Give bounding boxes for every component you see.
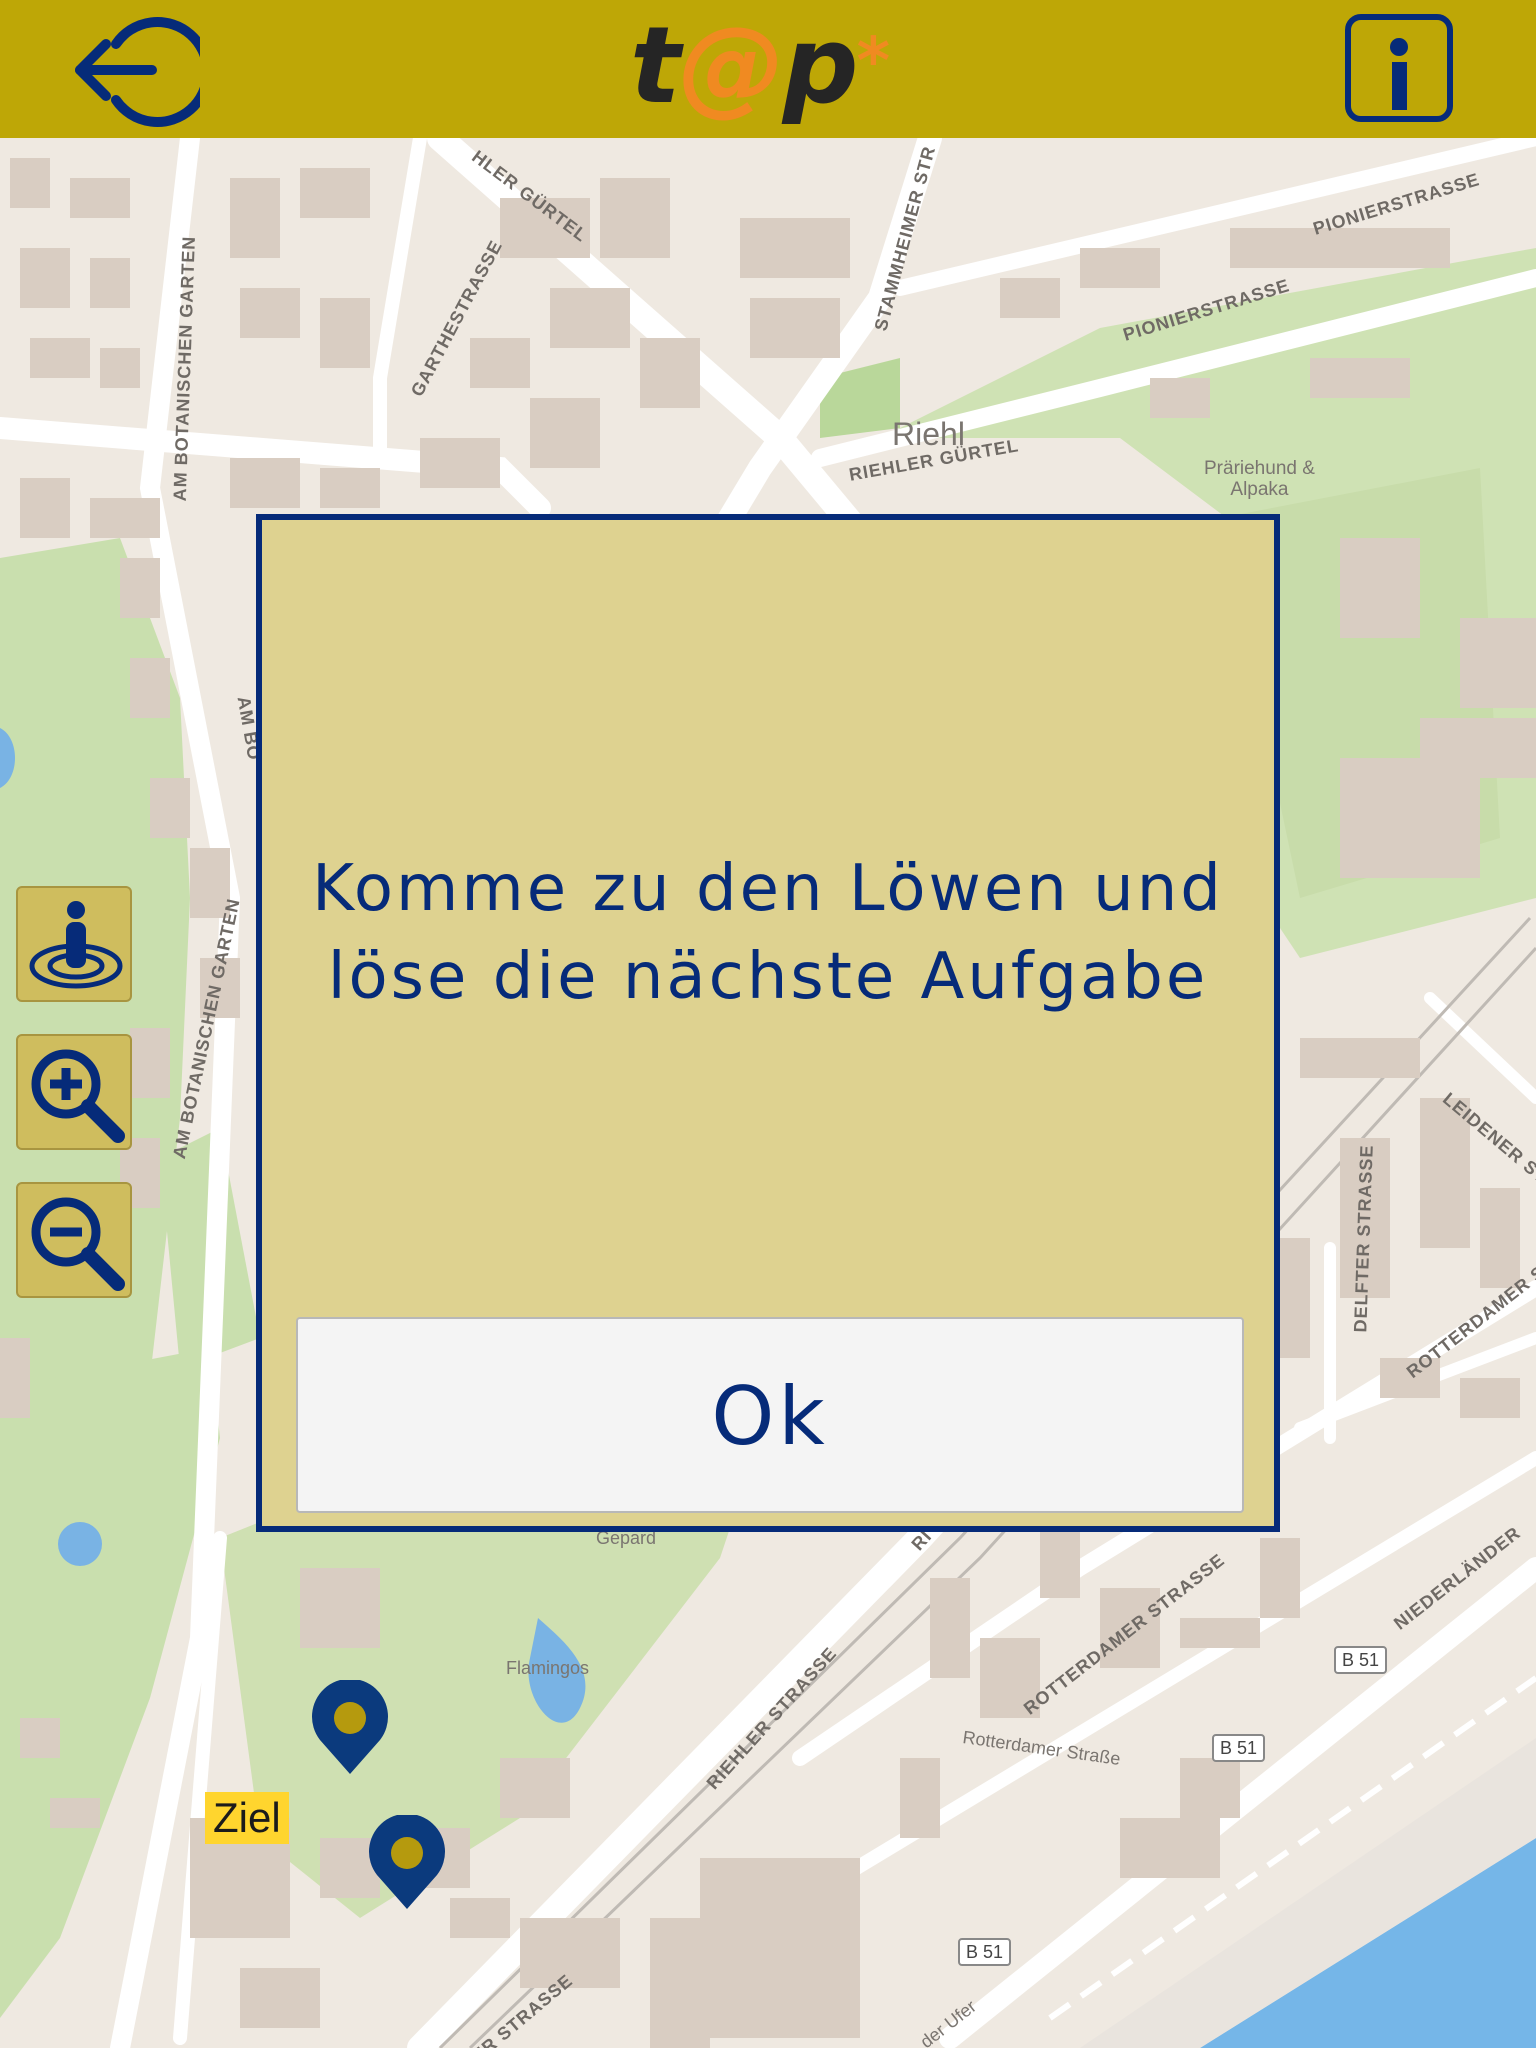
place-label-riehl: Riehl [892, 416, 965, 452]
logo-at: @ [678, 4, 785, 127]
map-marker[interactable] [310, 1678, 390, 1776]
map-marker[interactable] [367, 1813, 447, 1911]
task-dialog: Komme zu den Löwen und löse die nächste … [256, 514, 1280, 1532]
zoom-in-button[interactable] [16, 1034, 132, 1150]
map-pin-icon [312, 1678, 388, 1774]
map-pin-icon [369, 1813, 445, 1909]
logo-star: * [856, 25, 890, 99]
place-label-flamingos: Flamingos [506, 1658, 590, 1678]
logo-t: t [630, 4, 681, 127]
place-label-alpaka-line1: Präriehund & [1204, 458, 1315, 479]
logo-p: p [782, 4, 859, 127]
place-label-alpaka: Präriehund & Alpaka [1204, 458, 1315, 500]
zoom-out-button[interactable] [16, 1182, 132, 1298]
locate-person-icon [29, 901, 123, 989]
info-button[interactable] [1345, 14, 1453, 122]
back-button[interactable] [72, 12, 213, 128]
zoom-in-icon [31, 1049, 125, 1143]
app-logo: t@p* [630, 4, 890, 127]
zoom-out-icon [31, 1197, 125, 1291]
dialog-message-line2: löse die nächste Aufgabe [327, 940, 1209, 1014]
place-label-alpaka-line2: Alpaka [1230, 479, 1289, 500]
dialog-message-line1: Komme zu den Löwen und [312, 852, 1224, 926]
logout-arrow-icon [75, 17, 213, 127]
route-badge: B 51 [1334, 1646, 1388, 1674]
destination-label: Ziel [205, 1792, 289, 1844]
dialog-message: Komme zu den Löwen und löse die nächste … [262, 845, 1274, 1021]
app-header: t@p* [0, 0, 1536, 138]
ok-button[interactable]: Ok [296, 1317, 1244, 1513]
route-badge: B 51 [1212, 1734, 1266, 1762]
route-badge: B 51 [958, 1938, 1012, 1966]
locate-button[interactable] [16, 886, 132, 1002]
